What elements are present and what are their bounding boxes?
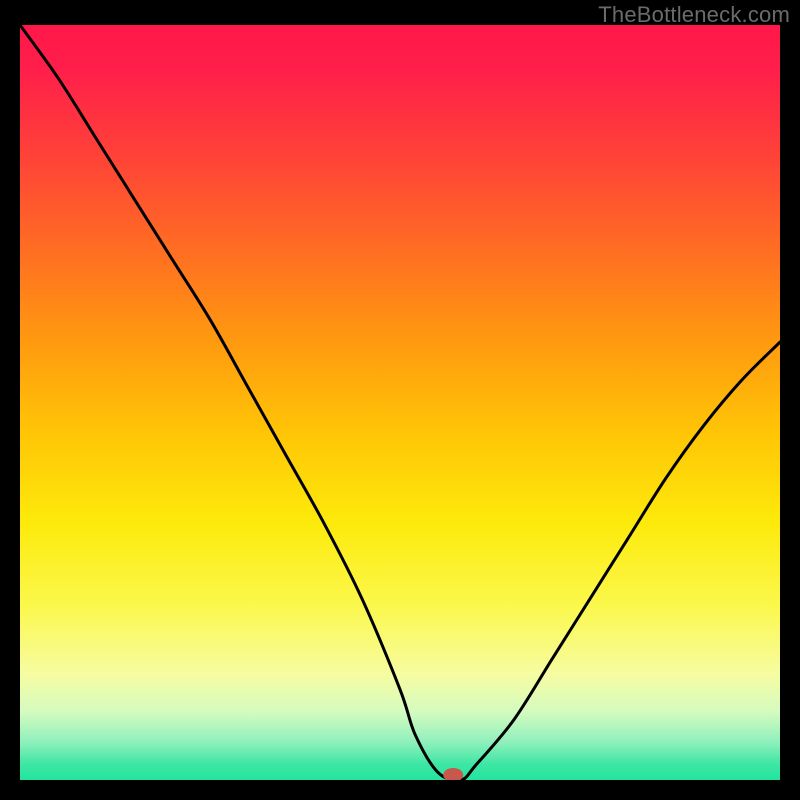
watermark-label: TheBottleneck.com: [598, 2, 790, 28]
plot-area: [20, 25, 780, 780]
bottleneck-curve-path: [20, 25, 780, 780]
chart-stage: TheBottleneck.com: [0, 0, 800, 800]
optimal-point-marker: [443, 768, 463, 780]
curve-svg: [20, 25, 780, 780]
